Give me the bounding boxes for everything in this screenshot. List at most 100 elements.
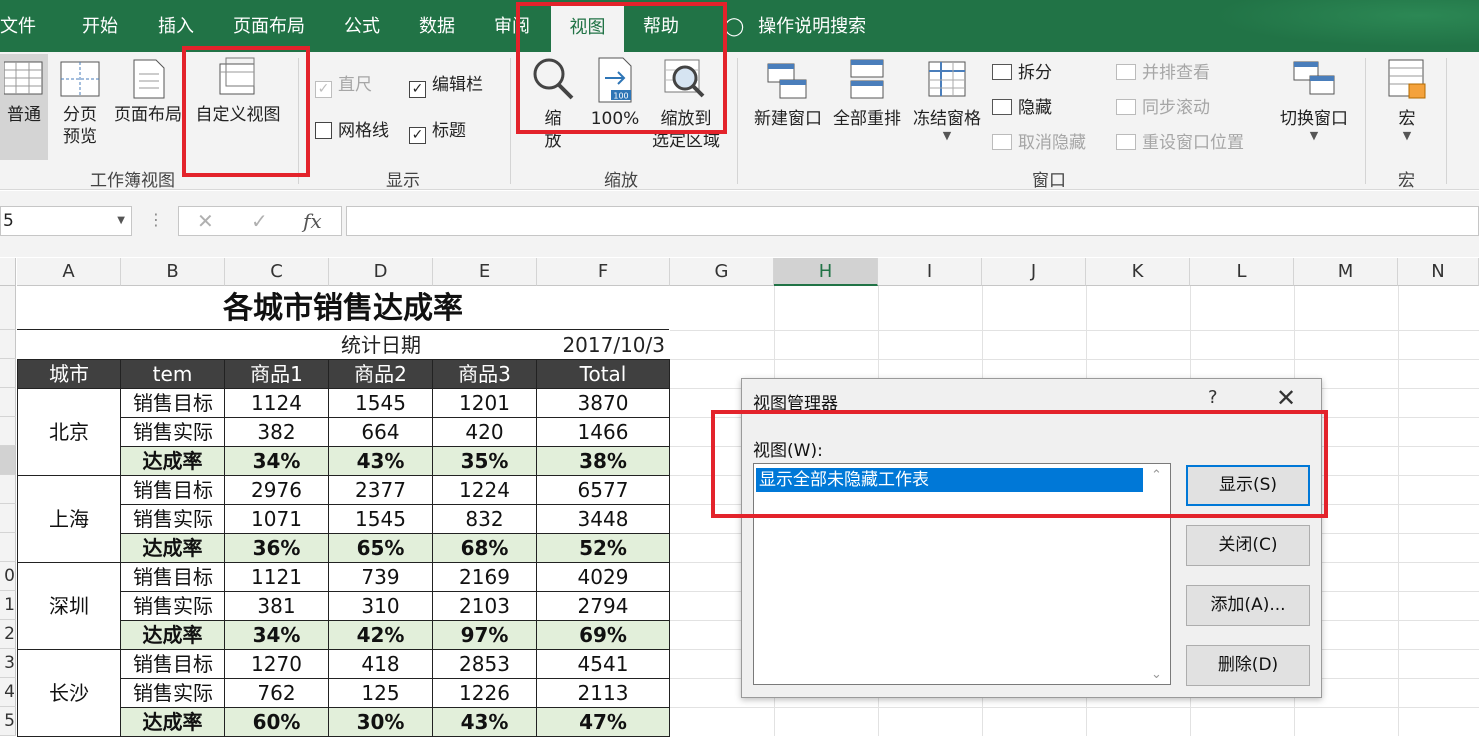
name-box[interactable]: 5 ▼ [0, 206, 132, 236]
formula-input[interactable] [346, 206, 1479, 236]
date-label[interactable]: 统计日期 [329, 330, 433, 360]
select-all-corner[interactable] [0, 258, 16, 286]
close-icon[interactable]: ✕ [1276, 384, 1296, 412]
drag-handle-icon[interactable]: ⋮ [148, 210, 164, 229]
rate-cell[interactable]: 69% [537, 621, 670, 650]
rate-cell[interactable]: 60% [225, 708, 329, 737]
tell-me-search[interactable]: ◯ 操作说明搜索 [724, 0, 866, 52]
page-break-preview-button[interactable]: 分页 预览 [54, 54, 106, 148]
cancel-icon[interactable]: ✕ [197, 209, 214, 233]
rate-cell[interactable]: 52% [537, 534, 670, 563]
split-button[interactable]: 拆分 [992, 62, 1052, 84]
rate-cell[interactable]: 达成率 [121, 447, 225, 476]
data-cell[interactable]: 6577 [537, 476, 670, 505]
add-button[interactable]: 添加(A)... [1186, 585, 1310, 626]
data-cell[interactable]: 2794 [537, 592, 670, 621]
table-header-cell[interactable]: 商品1 [225, 360, 329, 389]
row-header[interactable] [0, 533, 16, 562]
rate-cell[interactable]: 35% [433, 447, 537, 476]
data-cell[interactable]: 2976 [225, 476, 329, 505]
headings-checkbox[interactable]: ✓ 标题 [409, 120, 466, 144]
data-cell[interactable]: 664 [329, 418, 433, 447]
freeze-panes-button[interactable]: 冻结窗格 ▼ [909, 54, 985, 142]
table-header-cell[interactable]: 城市 [17, 360, 121, 389]
data-cell[interactable]: 销售实际 [121, 679, 225, 708]
data-cell[interactable]: 销售目标 [121, 563, 225, 592]
date-value[interactable]: 2017/10/3 [537, 330, 669, 360]
data-cell[interactable]: 762 [225, 679, 329, 708]
gridlines-checkbox[interactable]: 网格线 [315, 120, 389, 142]
data-cell[interactable]: 2113 [537, 679, 670, 708]
data-cell[interactable]: 1466 [537, 418, 670, 447]
rate-cell[interactable]: 65% [329, 534, 433, 563]
delete-button[interactable]: 删除(D) [1186, 645, 1310, 686]
reset-window-position-button[interactable]: 重设窗口位置 [1116, 132, 1244, 154]
data-cell[interactable]: 销售实际 [121, 505, 225, 534]
row-header[interactable] [0, 330, 16, 359]
data-cell[interactable]: 销售目标 [121, 476, 225, 505]
tab-data[interactable]: 数据 [419, 0, 455, 52]
column-header[interactable]: C [225, 258, 329, 286]
rate-cell[interactable]: 42% [329, 621, 433, 650]
column-header[interactable]: B [121, 258, 225, 286]
row-header[interactable] [0, 359, 16, 388]
data-cell[interactable]: 2377 [329, 476, 433, 505]
city-cell[interactable]: 北京 [17, 389, 121, 476]
column-header[interactable]: E [433, 258, 537, 286]
chevron-down-icon[interactable]: ⌄ [1151, 667, 1162, 682]
column-header[interactable]: A [17, 258, 121, 286]
column-header[interactable]: M [1294, 258, 1398, 286]
data-cell[interactable]: 1121 [225, 563, 329, 592]
data-cell[interactable]: 1270 [225, 650, 329, 679]
tab-home[interactable]: 开始 [82, 0, 118, 52]
data-cell[interactable]: 销售实际 [121, 592, 225, 621]
ruler-checkbox[interactable]: ✓ 直尺 [315, 74, 372, 98]
data-cell[interactable]: 4029 [537, 563, 670, 592]
row-header[interactable] [0, 504, 16, 533]
data-cell[interactable]: 381 [225, 592, 329, 621]
rate-cell[interactable]: 30% [329, 708, 433, 737]
table-header-cell[interactable]: Total [537, 360, 670, 389]
data-cell[interactable]: 2103 [433, 592, 537, 621]
row-header[interactable] [0, 388, 16, 417]
formula-bar-checkbox[interactable]: ✓ 编辑栏 [409, 74, 483, 98]
rate-cell[interactable]: 达成率 [121, 534, 225, 563]
data-cell[interactable]: 739 [329, 563, 433, 592]
data-cell[interactable]: 2853 [433, 650, 537, 679]
city-cell[interactable]: 上海 [17, 476, 121, 563]
data-cell[interactable]: 125 [329, 679, 433, 708]
data-cell[interactable]: 382 [225, 418, 329, 447]
row-header[interactable]: 0 [0, 562, 16, 591]
data-cell[interactable]: 1226 [433, 679, 537, 708]
switch-windows-button[interactable]: 切换窗口 ▼ [1276, 54, 1352, 142]
tab-page-layout[interactable]: 页面布局 [233, 0, 305, 52]
page-layout-view-button[interactable]: 页面布局 [112, 54, 184, 126]
column-header[interactable]: G [670, 258, 774, 286]
tab-file[interactable]: 文件 [0, 0, 36, 52]
data-cell[interactable]: 3870 [537, 389, 670, 418]
data-cell[interactable]: 1124 [225, 389, 329, 418]
rate-cell[interactable]: 43% [329, 447, 433, 476]
data-cell[interactable]: 1071 [225, 505, 329, 534]
rate-cell[interactable]: 47% [537, 708, 670, 737]
data-cell[interactable]: 4541 [537, 650, 670, 679]
data-cell[interactable]: 销售目标 [121, 389, 225, 418]
data-cell[interactable]: 1201 [433, 389, 537, 418]
data-cell[interactable]: 418 [329, 650, 433, 679]
data-cell[interactable]: 销售目标 [121, 650, 225, 679]
insert-function-icon[interactable]: fx [303, 209, 322, 233]
rate-cell[interactable]: 38% [537, 447, 670, 476]
rate-cell[interactable]: 43% [433, 708, 537, 737]
row-header[interactable]: 3 [0, 649, 16, 678]
rate-cell[interactable]: 达成率 [121, 708, 225, 737]
row-header[interactable] [0, 446, 16, 475]
rate-cell[interactable]: 36% [225, 534, 329, 563]
enter-icon[interactable]: ✓ [251, 209, 268, 233]
rate-cell[interactable]: 达成率 [121, 621, 225, 650]
column-header[interactable]: F [537, 258, 670, 286]
close-button[interactable]: 关闭(C) [1186, 525, 1310, 566]
column-header[interactable]: N [1398, 258, 1479, 286]
rate-cell[interactable]: 97% [433, 621, 537, 650]
column-header[interactable]: L [1190, 258, 1294, 286]
table-header-cell[interactable]: tem [121, 360, 225, 389]
